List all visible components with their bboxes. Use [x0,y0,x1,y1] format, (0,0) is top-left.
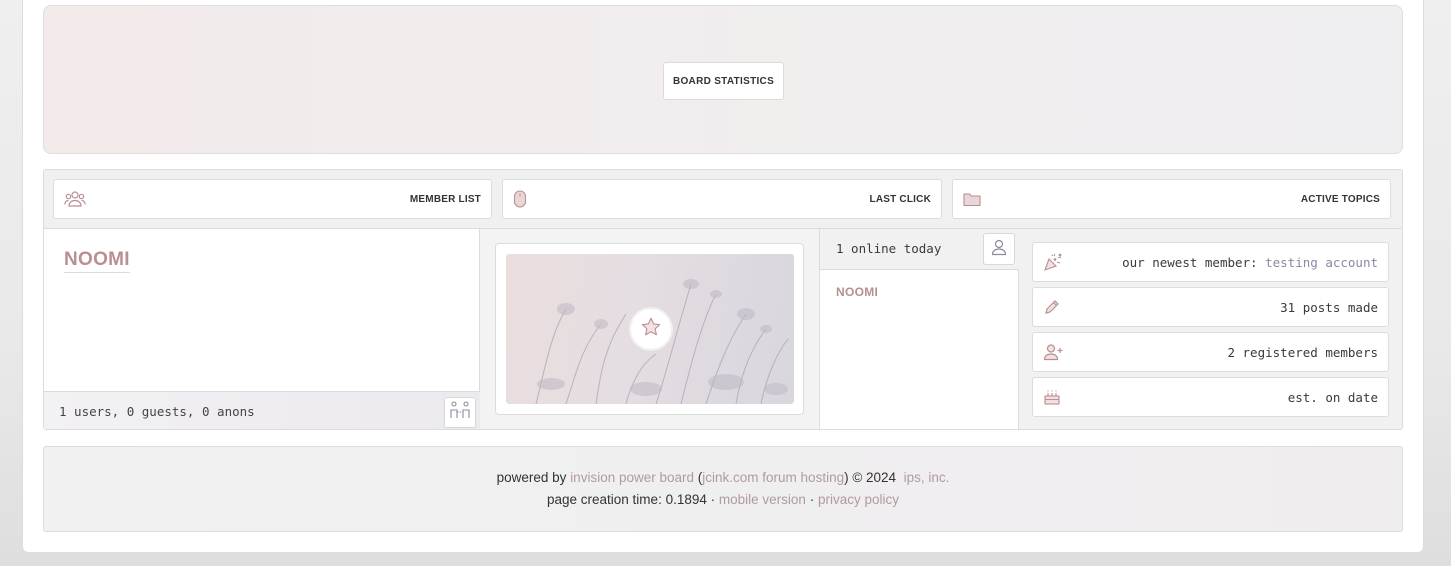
mouse-icon [513,190,527,208]
page-time-text: page creation time: 0.1894 · [547,492,716,507]
floral-image [506,254,794,404]
active-topics-label: ACTIVE TOPICS [1300,193,1380,205]
folder-icon [963,191,981,207]
member-list-button[interactable]: MEMBER LIST [53,179,492,219]
footer-credits: powered by invision power board (jcink.c… [44,470,1402,485]
statistics-content: NOOMI 1 users, 0 guests, 0 anons 1 onlin… [44,228,1402,429]
jcink-link[interactable]: jcink.com forum hosting [702,470,844,485]
newest-member-prefix: our newest member: [1122,255,1258,270]
established-text: est. on date [1287,390,1378,405]
newest-member-row: our newest member: testing account [1032,242,1389,282]
board-stats-column: our newest member: testing account 31 po… [1019,229,1402,429]
last-click-button[interactable]: LAST CLICK [502,179,942,219]
board-statistics-banner: BOARD STATISTICS [43,5,1403,154]
copyright-text: ) © 2024 [844,470,897,485]
online-users-column: NOOMI 1 users, 0 guests, 0 anons [44,229,480,429]
mobile-version-link[interactable]: mobile version [719,492,806,507]
footer-meta: page creation time: 0.1894 · mobile vers… [44,492,1402,507]
newest-member-text: our newest member: testing account [1122,255,1378,270]
online-today-header: 1 online today [820,229,1019,270]
featured-user-link[interactable]: NOOMI [64,249,130,273]
statistics-panel: MEMBER LIST LAST CLICK ACTIVE TOPICS NOO… [43,169,1403,430]
board-wrapper: BOARD STATISTICS MEMBER LIST LAST CLICK [22,0,1424,553]
online-today-column: 1 online today NOOMI [820,229,1019,429]
image-column [480,229,820,429]
user-icon [990,238,1008,261]
board-statistics-label: BOARD STATISTICS [663,62,784,100]
privacy-policy-link[interactable]: privacy policy [818,492,899,507]
last-click-label: LAST CLICK [869,193,931,205]
people-group-icon [449,400,471,425]
online-today-user[interactable]: NOOMI [836,285,878,299]
member-list-label: MEMBER LIST [409,193,481,205]
users-group-button[interactable] [444,397,476,428]
image-frame [495,243,804,415]
cake-icon [1043,388,1061,411]
registered-row: 2 registered members [1032,332,1389,372]
favorite-star-button[interactable] [631,309,671,349]
online-today-heading: 1 online today [836,241,942,256]
star-icon [640,316,662,343]
posts-row: 31 posts made [1032,287,1389,327]
party-popper-icon [1043,253,1063,276]
copyright-footer: powered by invision power board (jcink.c… [43,446,1403,532]
registered-text: 2 registered members [1227,345,1378,360]
group-icon [64,190,86,208]
add-user-icon [1043,343,1065,366]
ipb-link[interactable]: invision power board [570,470,694,485]
newest-member-link[interactable]: testing account [1265,255,1378,270]
established-row: est. on date [1032,377,1389,417]
ips-link[interactable]: ips, inc. [904,470,950,485]
active-topics-button[interactable]: ACTIVE TOPICS [952,179,1391,219]
powered-by-text: powered by [496,470,567,485]
online-user-button[interactable] [983,233,1015,265]
posts-text: 31 posts made [1280,300,1378,315]
online-users-footer: 1 users, 0 guests, 0 anons [44,391,480,429]
online-users-count: 1 users, 0 guests, 0 anons [59,404,255,419]
footer-separator: · [809,492,815,507]
pencil-icon [1043,298,1061,321]
